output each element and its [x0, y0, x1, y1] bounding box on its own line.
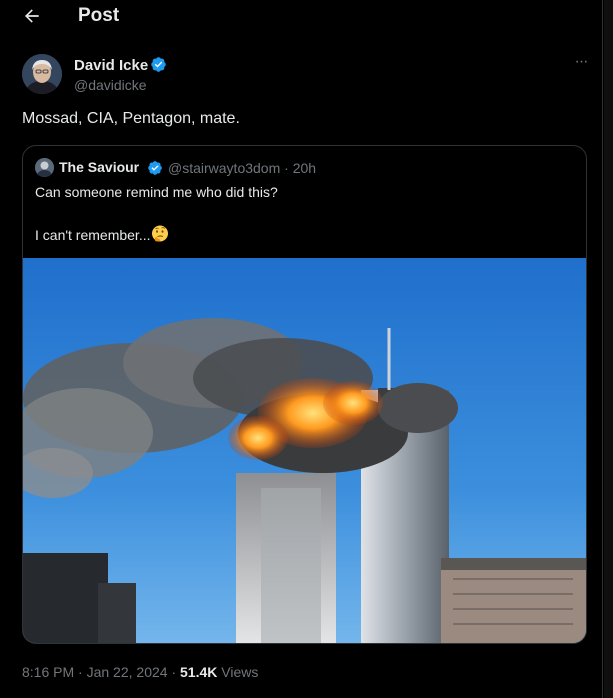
- avatar-photo: [22, 54, 62, 94]
- quoted-text-line: I can't remember...: [35, 225, 169, 243]
- post-header: Post: [0, 0, 603, 34]
- quoted-author-name: The Saviour: [59, 159, 140, 175]
- quoted-post[interactable]: The Saviour @stairwayto3dom · 20h Can so…: [22, 145, 587, 644]
- meta-separator: ·: [284, 160, 289, 176]
- avatar[interactable]: [22, 54, 62, 94]
- author-row: David Icke @davidicke ···: [22, 54, 592, 94]
- views-label: Views: [221, 664, 259, 680]
- post-time[interactable]: 8:16 PM: [22, 664, 74, 680]
- quoted-time: 20h: [292, 160, 317, 176]
- quoted-text: I can't remember...: [35, 227, 151, 243]
- page-title: Post: [78, 5, 120, 26]
- views-count: 51.4K: [180, 664, 218, 680]
- quoted-meta: @stairwayto3dom · 20h: [168, 160, 316, 176]
- author-name[interactable]: David Icke: [74, 57, 148, 74]
- quoted-photo[interactable]: [23, 258, 586, 644]
- post-detail-view: Post David Icke @davidicke ··· Mossad, C…: [0, 0, 603, 698]
- quoted-avatar-photo: [35, 158, 54, 177]
- thinking-face-icon: [151, 225, 168, 242]
- meta-separator: ·: [78, 664, 83, 680]
- more-options-button[interactable]: ···: [570, 54, 592, 74]
- verified-badge-icon: [148, 161, 162, 175]
- back-button[interactable]: [20, 2, 44, 30]
- arrow-left-icon: [25, 9, 39, 23]
- scrollbar[interactable]: [604, 0, 613, 698]
- post-date[interactable]: Jan 22, 2024: [87, 664, 168, 680]
- quoted-author-handle: @stairwayto3dom: [168, 160, 281, 176]
- verified-badge-icon[interactable]: [150, 56, 167, 73]
- quoted-avatar: [35, 158, 54, 177]
- more-icon: ···: [574, 53, 589, 70]
- quoted-text-line: Can someone remind me who did this?: [35, 184, 278, 200]
- meta-separator: ·: [171, 664, 177, 680]
- post-text: Mossad, CIA, Pentagon, mate.: [22, 110, 240, 127]
- post-timestamp: 8:16 PM · Jan 22, 2024 · 51.4K Views: [22, 664, 258, 680]
- author-handle[interactable]: @davidicke: [74, 77, 147, 93]
